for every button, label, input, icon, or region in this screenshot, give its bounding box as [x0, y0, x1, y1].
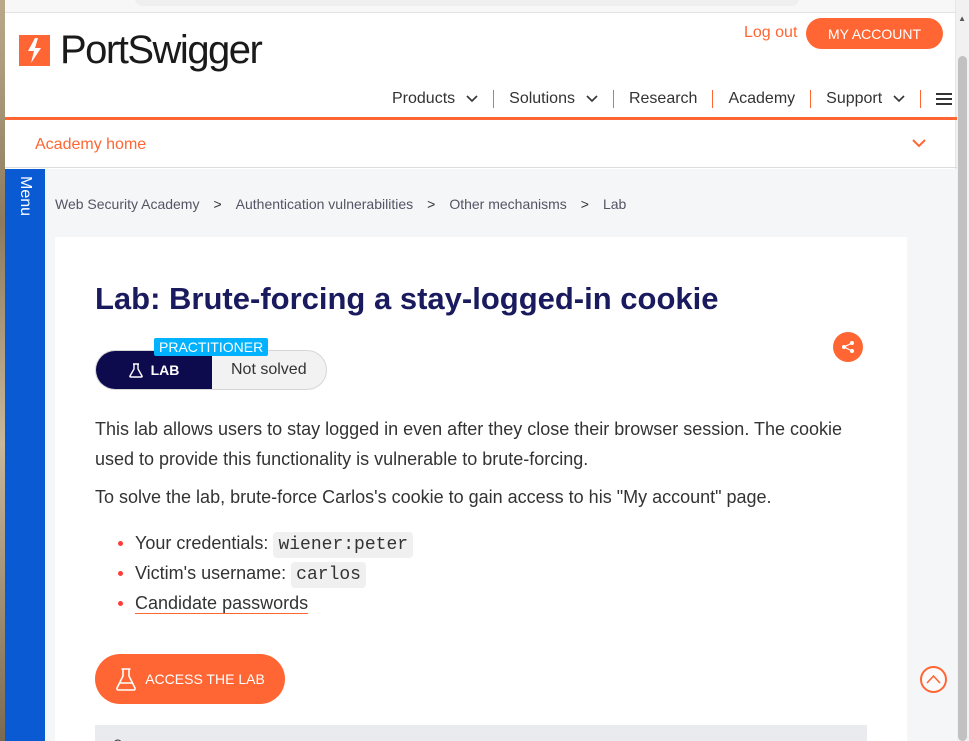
side-menu-toggle[interactable]: Menu	[5, 169, 45, 741]
breadcrumb-item[interactable]: Other mechanisms	[449, 196, 566, 212]
back-to-top-button[interactable]	[920, 666, 947, 693]
chevron-down-icon	[466, 95, 478, 103]
flask-icon	[128, 362, 143, 378]
candidate-passwords-link[interactable]: Candidate passwords	[135, 593, 308, 613]
lab-goal: To solve the lab, brute-force Carlos's c…	[95, 487, 772, 507]
my-account-button[interactable]: MY ACCOUNT	[806, 18, 943, 49]
scroll-up-icon[interactable]: ▲	[958, 14, 966, 23]
breadcrumb-item[interactable]: Authentication vulnerabilities	[236, 196, 413, 212]
share-button[interactable]	[833, 332, 863, 362]
access-lab-label: ACCESS THE LAB	[145, 671, 265, 687]
search-strip	[135, 0, 799, 6]
lab-description: This lab allows users to stay logged in …	[95, 419, 843, 469]
nav-item-label: Support	[826, 90, 883, 107]
breadcrumb-item[interactable]: Web Security Academy	[55, 196, 199, 212]
nav-item-label: Academy	[728, 90, 796, 107]
breadcrumb-separator: >	[213, 196, 222, 212]
flask-icon	[116, 668, 137, 691]
chevron-down-icon[interactable]	[912, 138, 926, 148]
hamburger-icon[interactable]	[936, 93, 953, 105]
victim-value: carlos	[291, 562, 366, 588]
breadcrumb-separator: >	[580, 196, 589, 212]
nav-divider	[920, 90, 922, 108]
brand-name: PortSwigger	[60, 28, 263, 72]
list-item: Your credentials: wiener:peter	[117, 528, 414, 558]
side-menu-label: Menu	[17, 176, 34, 217]
nav-item-label: Products	[392, 90, 456, 107]
access-lab-button[interactable]: ACCESS THE LAB	[95, 654, 285, 704]
top-bar	[5, 0, 955, 13]
share-icon	[842, 341, 854, 353]
breadcrumb: Web Security Academy > Authentication vu…	[55, 196, 626, 212]
nav-item-label: Research	[628, 90, 698, 107]
credentials-label: Your credentials:	[135, 533, 269, 553]
credentials-value: wiener:peter	[273, 532, 414, 558]
chevron-down-icon	[586, 95, 598, 103]
solved-status: Not solved	[231, 361, 307, 378]
nav-item-academy[interactable]: Academy	[713, 90, 810, 108]
nav-item-solutions[interactable]: Solutions	[494, 90, 613, 108]
logout-link[interactable]: Log out	[744, 24, 797, 42]
breadcrumb-item-current: Lab	[602, 196, 627, 212]
scrollbar[interactable]: ▲	[955, 0, 969, 741]
nav-item-label: Solutions	[509, 90, 575, 107]
academy-home-link[interactable]: Academy home	[35, 136, 146, 154]
hint-icon: ⦾	[113, 737, 123, 741]
nav-item-support[interactable]: Support	[811, 90, 920, 108]
nav-item-research[interactable]: Research	[614, 90, 712, 108]
portswigger-logo[interactable]: PortSwigger	[19, 28, 263, 72]
lab-type-label: LAB	[150, 362, 180, 378]
lab-status-badge: LAB Not solved	[95, 350, 327, 390]
list-item: Victim's username: carlos	[117, 558, 413, 588]
page-title: Lab: Brute-forcing a stay-logged-in cook…	[95, 281, 719, 316]
list-item: Candidate passwords	[117, 588, 413, 618]
main-nav: Products Solutions Research Academy Supp…	[392, 90, 953, 108]
lab-details-list: Your credentials: wiener:peter Victim's …	[117, 528, 414, 618]
academy-subnav: Academy home	[5, 120, 957, 168]
hint-bar[interactable]: ⦾	[95, 725, 867, 741]
victim-label: Victim's username:	[135, 563, 287, 583]
chevron-down-icon	[893, 95, 905, 103]
breadcrumb-separator: >	[427, 196, 436, 212]
portswigger-logo-icon	[19, 34, 50, 66]
lab-type-badge: LAB	[96, 351, 212, 389]
lab-card: Lab: Brute-forcing a stay-logged-in cook…	[55, 237, 907, 741]
scroll-thumb[interactable]	[958, 56, 967, 741]
level-tag: PRACTITIONER	[154, 338, 269, 356]
nav-item-products[interactable]: Products	[392, 90, 493, 108]
arrow-up-icon	[926, 674, 941, 684]
